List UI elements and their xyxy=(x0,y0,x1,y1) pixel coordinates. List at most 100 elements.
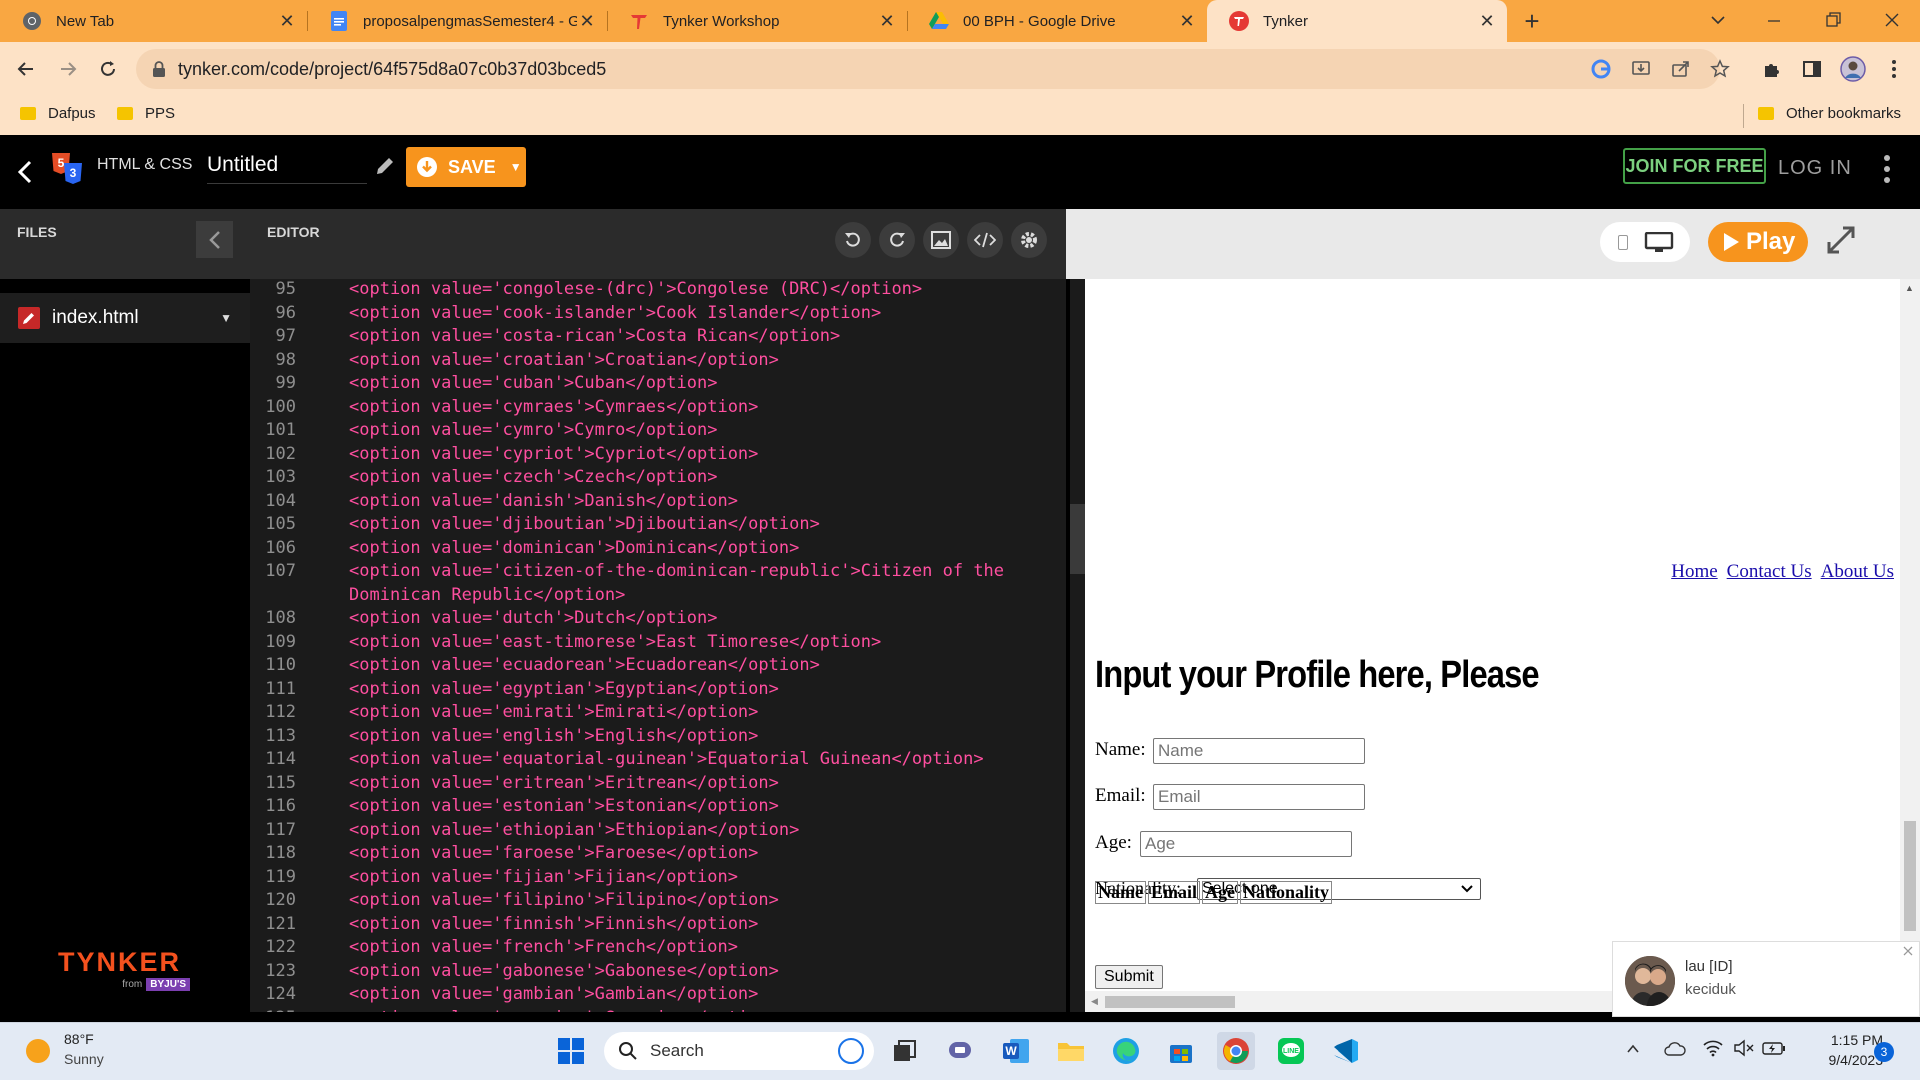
nav-link-contact-us[interactable]: Contact Us xyxy=(1727,561,1812,582)
vscode-icon[interactable] xyxy=(1327,1032,1365,1070)
code-line[interactable]: <option value='cymro'>Cymro</option> xyxy=(349,420,717,440)
side-panel-icon[interactable] xyxy=(1800,57,1824,81)
tab-new-tab[interactable]: New Tab ✕ xyxy=(0,0,308,42)
address-bar[interactable]: tynker.com/code/project/64f575d8a07c0b37… xyxy=(136,49,1730,89)
bing-icon[interactable] xyxy=(838,1038,864,1064)
extensions-puzzle-icon[interactable] xyxy=(1760,57,1784,81)
fullscreen-icon[interactable] xyxy=(1826,225,1856,255)
mobile-view-icon[interactable] xyxy=(1618,235,1628,250)
code-line[interactable]: <option value='estonian'>Estonian</optio… xyxy=(349,796,779,816)
file-explorer-icon[interactable] xyxy=(1052,1032,1090,1070)
chevron-up-icon[interactable] xyxy=(1625,1041,1641,1057)
close-tab-icon[interactable]: ✕ xyxy=(877,11,897,31)
taskbar-search-box[interactable]: Search xyxy=(604,1032,874,1070)
task-view-icon[interactable] xyxy=(886,1032,924,1070)
submit-button[interactable]: Submit xyxy=(1095,965,1163,989)
close-window-icon[interactable] xyxy=(1882,10,1902,30)
age-input[interactable] xyxy=(1140,831,1352,857)
chrome-menu-icon[interactable] xyxy=(1882,57,1906,81)
install-app-icon[interactable] xyxy=(1631,59,1651,79)
clock-time[interactable]: 1:15 PM xyxy=(1805,1032,1883,1048)
code-line[interactable]: <option value='finnish'>Finnish</option> xyxy=(349,914,758,934)
code-line[interactable]: <option value='citizen-of-the-dominican-… xyxy=(349,561,1004,581)
close-tab-icon[interactable]: ✕ xyxy=(577,11,597,31)
save-button[interactable]: SAVE ▼ xyxy=(406,147,526,187)
back-arrow-icon[interactable] xyxy=(14,57,38,81)
other-bookmarks[interactable]: Other bookmarks xyxy=(1758,105,1901,122)
name-input[interactable] xyxy=(1153,738,1365,764)
tab-proposal[interactable]: proposalpengmasSemester4 - Go ✕ xyxy=(307,0,608,42)
onedrive-cloud-icon[interactable] xyxy=(1664,1041,1686,1057)
code-line[interactable]: <option value='english'>English</option> xyxy=(349,726,758,746)
tynker-logo[interactable]: TYNKER from BYJU'S xyxy=(58,947,190,999)
bookmark-pps[interactable]: PPS xyxy=(117,105,175,122)
code-line[interactable]: <option value='dutch'>Dutch</option> xyxy=(349,608,717,628)
code-view-button[interactable] xyxy=(967,222,1003,258)
editor-scrollbar[interactable] xyxy=(1070,279,1085,1012)
scroll-up-arrow-icon[interactable]: ▲ xyxy=(1905,283,1914,293)
bookmark-dafpus[interactable]: Dafpus xyxy=(20,105,96,122)
tab-google-drive[interactable]: 00 BPH - Google Drive ✕ xyxy=(907,0,1207,42)
minimize-icon[interactable] xyxy=(1764,10,1784,30)
word-icon[interactable]: W xyxy=(997,1032,1035,1070)
file-dropdown-icon[interactable]: ▼ xyxy=(220,311,232,325)
code-line[interactable]: <option value='ecuadorean'>Ecuadorean</o… xyxy=(349,655,820,675)
nav-link-home[interactable]: Home xyxy=(1671,561,1717,582)
close-tab-icon[interactable]: ✕ xyxy=(1477,11,1497,31)
editor-scroll-thumb[interactable] xyxy=(1070,504,1085,574)
settings-button[interactable] xyxy=(1011,222,1047,258)
save-dropdown-icon[interactable]: ▼ xyxy=(510,160,522,174)
preview-vscrollbar[interactable]: ▲ xyxy=(1900,279,1920,1012)
code-line[interactable]: <option value='east-timorese'>East Timor… xyxy=(349,632,881,652)
code-line[interactable]: <option value='georgian'>Georgian</optio… xyxy=(349,1008,779,1013)
vscroll-thumb[interactable] xyxy=(1904,821,1916,931)
forward-arrow-icon[interactable] xyxy=(56,57,80,81)
file-item-index-html[interactable]: index.html ▼ xyxy=(0,293,250,343)
chat-notification[interactable]: lau [ID] keciduk xyxy=(1612,941,1920,1017)
notification-count-badge[interactable]: 3 xyxy=(1874,1042,1894,1062)
code-line[interactable]: <option value='fijian'>Fijian</option> xyxy=(349,867,738,887)
code-line[interactable]: <option value='ethiopian'>Ethiopian</opt… xyxy=(349,820,799,840)
new-tab-plus-icon[interactable]: + xyxy=(1520,8,1544,34)
code-line[interactable]: Dominican Republic</option> xyxy=(349,585,625,605)
email-input[interactable] xyxy=(1153,784,1365,810)
share-icon[interactable] xyxy=(1671,59,1691,79)
microsoft-store-icon[interactable] xyxy=(1162,1032,1200,1070)
close-tab-icon[interactable]: ✕ xyxy=(1177,11,1197,31)
code-line[interactable]: <option value='egyptian'>Egyptian</optio… xyxy=(349,679,779,699)
close-notification-icon[interactable] xyxy=(1901,944,1915,958)
code-line[interactable]: <option value='faroese'>Faroese</option> xyxy=(349,843,758,863)
clock-date[interactable]: 9/4/2023 xyxy=(1795,1052,1884,1068)
wifi-icon[interactable] xyxy=(1703,1039,1723,1057)
code-line[interactable]: <option value='costa-rican'>Costa Rican<… xyxy=(349,326,840,346)
tab-tynker-workshop[interactable]: Tynker Workshop ✕ xyxy=(607,0,908,42)
scroll-left-arrow-icon[interactable]: ◀ xyxy=(1091,996,1098,1007)
code-line[interactable]: <option value='cypriot'>Cypriot</option> xyxy=(349,444,758,464)
edge-icon[interactable] xyxy=(1107,1032,1145,1070)
tab-search-chevron-icon[interactable] xyxy=(1708,10,1728,30)
project-title[interactable]: Untitled xyxy=(207,153,367,184)
chrome-taskbar-icon[interactable] xyxy=(1217,1032,1255,1070)
battery-charging-icon[interactable] xyxy=(1762,1039,1786,1057)
windows-start-icon[interactable] xyxy=(552,1032,590,1070)
play-button[interactable]: Play xyxy=(1708,222,1808,262)
code-line[interactable]: <option value='danish'>Danish</option> xyxy=(349,491,738,511)
hscroll-thumb[interactable] xyxy=(1105,996,1235,1008)
code-line[interactable]: <option value='eritrean'>Eritrean</optio… xyxy=(349,773,779,793)
collapse-files-button[interactable] xyxy=(196,221,233,258)
code-line[interactable]: <option value='djiboutian'>Djiboutian</o… xyxy=(349,514,820,534)
close-tab-icon[interactable]: ✕ xyxy=(277,11,297,31)
code-line[interactable]: <option value='cuban'>Cuban</option> xyxy=(349,373,717,393)
restore-icon[interactable] xyxy=(1823,10,1843,30)
speaker-muted-icon[interactable] xyxy=(1733,1039,1755,1057)
teams-chat-icon[interactable] xyxy=(942,1032,980,1070)
bookmark-star-icon[interactable] xyxy=(1710,59,1730,79)
code-line[interactable]: <option value='cymraes'>Cymraes</option> xyxy=(349,397,758,417)
code-line[interactable]: <option value='gabonese'>Gabonese</optio… xyxy=(349,961,779,981)
desktop-view-icon[interactable] xyxy=(1644,232,1674,254)
undo-button[interactable] xyxy=(835,222,871,258)
code-line[interactable]: <option value='filipino'>Filipino</optio… xyxy=(349,890,779,910)
nav-link-about-us[interactable]: About Us xyxy=(1821,561,1894,582)
more-menu-icon[interactable] xyxy=(1883,154,1891,184)
code-line[interactable]: <option value='congolese-(drc)'>Congoles… xyxy=(349,279,922,299)
